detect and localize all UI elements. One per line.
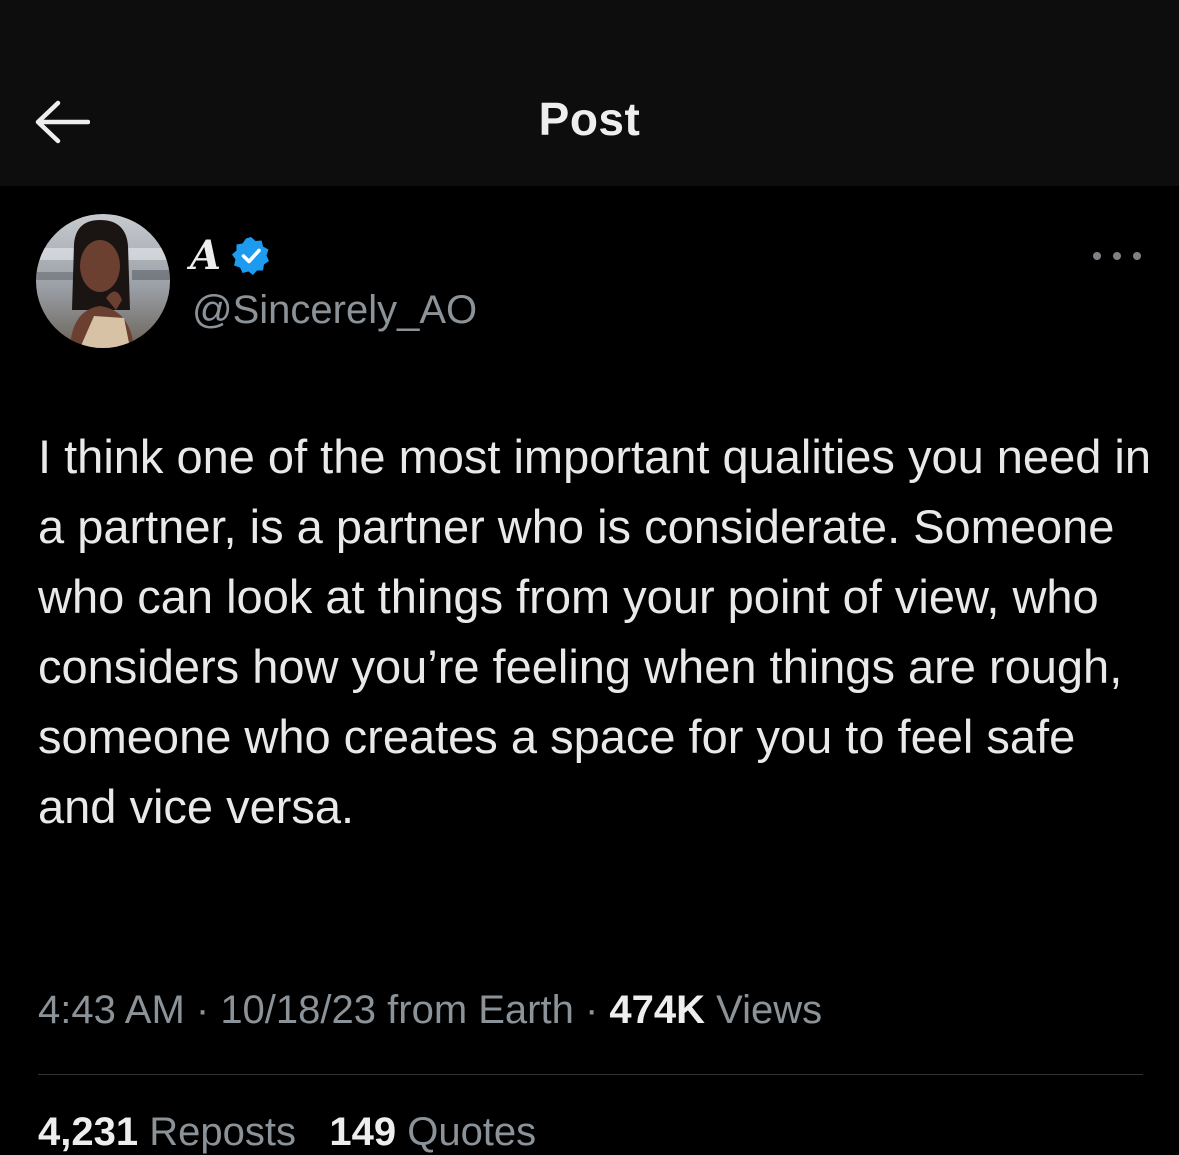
post-text: I think one of the most important qualit… <box>38 430 1151 833</box>
post-date[interactable]: 10/18/23 <box>220 988 376 1032</box>
top-bar: Post <box>0 0 1179 186</box>
author-handle[interactable]: @Sincerely_AO <box>192 288 477 333</box>
reposts-count: 4,231 <box>38 1110 139 1154</box>
author-name[interactable]: A <box>190 232 271 279</box>
post-stats: 4,231 Reposts 149 Quotes <box>38 1110 536 1155</box>
more-options-button[interactable] <box>1093 242 1141 270</box>
display-name: A <box>190 232 222 279</box>
reposts-stat[interactable]: 4,231 Reposts <box>38 1110 296 1154</box>
more-icon-dot <box>1133 252 1141 260</box>
verified-badge-icon <box>231 236 271 276</box>
quotes-stat[interactable]: 149 Quotes <box>329 1110 536 1154</box>
post-time[interactable]: 4:43 AM <box>38 988 185 1032</box>
reposts-label: Reposts <box>149 1110 296 1154</box>
more-icon-dot <box>1113 252 1121 260</box>
views-count: 474K <box>609 988 706 1032</box>
page-title: Post <box>538 93 641 145</box>
post: A @Sincerely_AO I think one of the most … <box>0 186 1179 1154</box>
post-location: from Earth <box>387 988 574 1032</box>
divider <box>38 1074 1143 1075</box>
quotes-label: Quotes <box>407 1110 537 1154</box>
views-label: Views <box>716 988 823 1032</box>
post-meta: 4:43 AM · 10/18/23 from Earth · 474K Vie… <box>38 988 823 1032</box>
more-horizontal-icon <box>1093 252 1101 260</box>
avatar[interactable] <box>36 214 170 348</box>
quotes-count: 149 <box>329 1110 397 1154</box>
